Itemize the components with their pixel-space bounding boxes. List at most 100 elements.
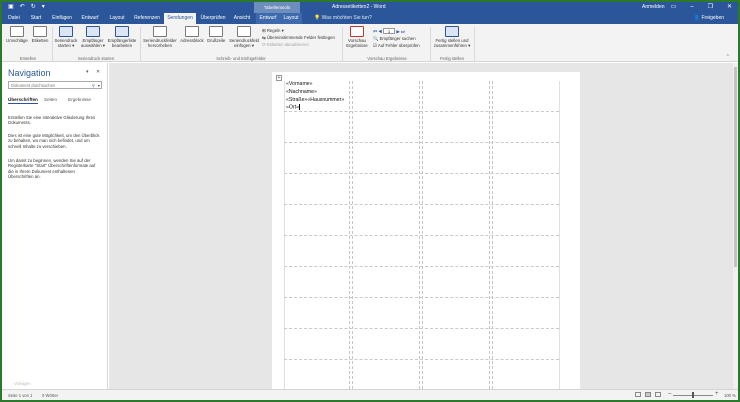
seriendruck-starten-button[interactable]: Seriendruck starten ▾ — [53, 26, 79, 48]
word-count[interactable]: 0 Wörter — [42, 393, 58, 398]
fertig-stellen-button[interactable]: Fertig stellen und zusammenführen ▾ — [432, 26, 472, 48]
person-icon: 👤 — [693, 15, 701, 21]
table-column-gridline — [422, 81, 423, 399]
zoom-out-icon[interactable]: – — [668, 391, 671, 397]
last-record-icon[interactable]: ⏭ — [401, 29, 405, 34]
table-row-gridline — [284, 204, 559, 205]
tab-tabellen-entwurf[interactable]: Entwurf — [256, 13, 280, 24]
tab-start[interactable]: Start — [26, 13, 46, 24]
tab-entwurf[interactable]: Entwurf — [78, 13, 102, 24]
search-dropdown-icon[interactable]: ▾ — [98, 82, 100, 89]
adressblock-label: Adressblock — [180, 38, 204, 43]
tab-referenzen[interactable]: Referenzen — [132, 13, 162, 24]
minimize-icon[interactable]: – — [690, 2, 693, 13]
customize-toolbar-icon[interactable]: ▾ — [42, 4, 45, 11]
tab-ueberpruefen[interactable]: Überprüfen — [198, 13, 228, 24]
zoom-slider[interactable]: – + — [668, 391, 720, 398]
vertical-scrollbar[interactable] — [733, 63, 738, 389]
nav-tab-seiten[interactable]: Seiten — [44, 97, 57, 102]
redo-icon[interactable]: ↻ — [31, 4, 36, 11]
table-column-gridline — [352, 81, 353, 399]
web-layout-icon[interactable] — [655, 392, 661, 397]
close-icon[interactable]: ✕ — [727, 2, 732, 13]
nav-footer: Vorlagen — [14, 381, 31, 386]
first-record-icon[interactable]: ⏮ — [373, 29, 377, 34]
table-row-gridline — [284, 266, 559, 267]
share-label: Freigeben — [701, 15, 724, 21]
auf-fehler-ueberpruefen-button[interactable]: ☑ Auf Fehler überprüfen — [373, 43, 420, 49]
document-title: Adressetiketten2 - Word — [332, 4, 386, 10]
ribbon-display-options-icon[interactable]: ▭ — [671, 2, 677, 13]
tab-tabellen-layout[interactable]: Layout — [280, 13, 302, 24]
seriendruckfeld-einfuegen-button[interactable]: Seriendruckfeld einfügen ▾ — [227, 26, 261, 48]
vorschau-ergebnisse-button[interactable]: Vorschau Ergebnisse — [344, 26, 370, 48]
table-column-gridline — [349, 81, 350, 399]
tab-sendungen[interactable]: Sendungen — [164, 13, 196, 24]
document-area[interactable]: + — [109, 63, 738, 400]
tell-me-search[interactable]: 💡 Was möchten Sie tun? — [314, 13, 372, 24]
document-search-input[interactable]: Dokument durchsuchen ⚲ ▾ — [8, 81, 102, 89]
zoom-in-icon[interactable]: + — [715, 391, 719, 397]
grusszeile-button[interactable]: Grußzeile — [206, 26, 226, 43]
collapse-ribbon-icon[interactable]: ⌃ — [726, 54, 730, 60]
etiketten-aktualisieren-button[interactable]: ⟳ Etiketten aktualisieren — [262, 42, 309, 48]
view-buttons — [635, 392, 661, 397]
etiketten-label: Etiketten — [31, 38, 49, 43]
tab-ansicht[interactable]: Ansicht — [230, 13, 254, 24]
label-cell-merge-fields[interactable]: «Vorname» «Nachname» «Straße»«Hausnummer… — [286, 81, 344, 113]
highlight-merge-fields-icon — [153, 26, 167, 37]
tab-datei[interactable]: Datei — [6, 13, 22, 24]
regeln-button[interactable]: ⊞ Regeln ▾ — [262, 28, 284, 34]
document-page[interactable] — [272, 72, 580, 400]
zoom-percent[interactable]: 100 % — [724, 393, 736, 398]
close-pane-icon[interactable]: ✕ — [96, 69, 100, 75]
tell-me-text: Was möchten Sie tun? — [321, 15, 372, 21]
merge-field-strasse-hausnummer[interactable]: «Straße»«Hausnummer» — [286, 97, 344, 105]
status-bar: Seite 1 von 1 0 Wörter – + 100 % — [2, 389, 738, 400]
nav-tab-ergebnisse[interactable]: Ergebnisse — [68, 97, 91, 102]
next-record-icon[interactable]: ▶ — [396, 29, 399, 34]
nav-tab-ueberschriften[interactable]: Überschriften — [8, 97, 38, 104]
save-icon[interactable]: ▣ — [8, 4, 14, 11]
maximize-icon[interactable]: ❐ — [708, 2, 713, 13]
scrollbar-thumb[interactable] — [734, 67, 737, 267]
merge-field-ort-line[interactable]: «Ort» — [286, 104, 344, 112]
seriendruckfelder-hervorheben-button[interactable]: Seriendruckfelder hervorheben — [142, 26, 178, 48]
umschlaege-button[interactable]: Umschläge — [6, 26, 28, 43]
uebereinstimmende-felder-button[interactable]: ⇆ Übereinstimmende Felder festlegen — [262, 35, 335, 41]
group-label-erstellen: Erstellen — [19, 56, 37, 61]
undo-icon[interactable]: ↶ — [20, 4, 25, 11]
tab-einfuegen[interactable]: Einfügen — [50, 13, 74, 24]
empfaengerliste-bearbeiten-button[interactable]: Empfängerliste bearbeiten — [107, 26, 137, 48]
adressblock-button[interactable]: Adressblock — [179, 26, 205, 43]
empfaenger-suchen-button[interactable]: 🔍 Empfänger suchen — [373, 36, 416, 42]
check-errors-icon: ☑ — [373, 43, 377, 48]
sign-in-link[interactable]: Anmelden — [642, 2, 665, 13]
previous-record-icon[interactable]: ◀ — [378, 29, 382, 34]
feld-einfuegen-label-2: einfügen ▾ — [234, 43, 254, 48]
record-number-input[interactable]: 1 — [383, 28, 396, 34]
grusszeile-label: Grußzeile — [206, 38, 226, 43]
merge-field-ort[interactable]: «Ort» — [286, 105, 299, 111]
print-layout-icon[interactable] — [645, 392, 651, 397]
auf-fehler-label: Auf Fehler überprüfen — [377, 43, 420, 48]
group-label-fertig: Fertig stellen — [440, 56, 464, 61]
empfaenger-auswaehlen-button[interactable]: Empfänger auswählen ▾ — [80, 26, 106, 48]
etiketten-button[interactable]: Etiketten — [29, 26, 51, 43]
search-icon[interactable]: ⚲ — [92, 82, 95, 89]
preview-results-icon — [350, 26, 364, 37]
label-table-right-edge — [559, 81, 560, 399]
table-move-handle[interactable]: + — [276, 75, 282, 81]
uebereinstimmende-felder-label: Übereinstimmende Felder festlegen — [266, 35, 335, 40]
merge-field-vorname[interactable]: «Vorname» — [286, 81, 344, 89]
merge-field-nachname[interactable]: «Nachname» — [286, 89, 344, 97]
rules-icon: ⊞ — [262, 28, 266, 33]
zoom-thumb[interactable] — [692, 392, 694, 398]
nav-help-text-3: Um damit zu beginnen, wenden Sie auf der… — [8, 158, 96, 180]
tab-layout[interactable]: Layout — [106, 13, 128, 24]
share-button[interactable]: 👤 Freigeben — [694, 13, 724, 24]
page-count[interactable]: Seite 1 von 1 — [8, 393, 32, 398]
read-mode-icon[interactable] — [635, 392, 641, 397]
pane-options-icon[interactable]: ▾ — [86, 69, 89, 75]
ribbon: Umschläge Etiketten Erstellen Seriendruc… — [2, 24, 738, 62]
